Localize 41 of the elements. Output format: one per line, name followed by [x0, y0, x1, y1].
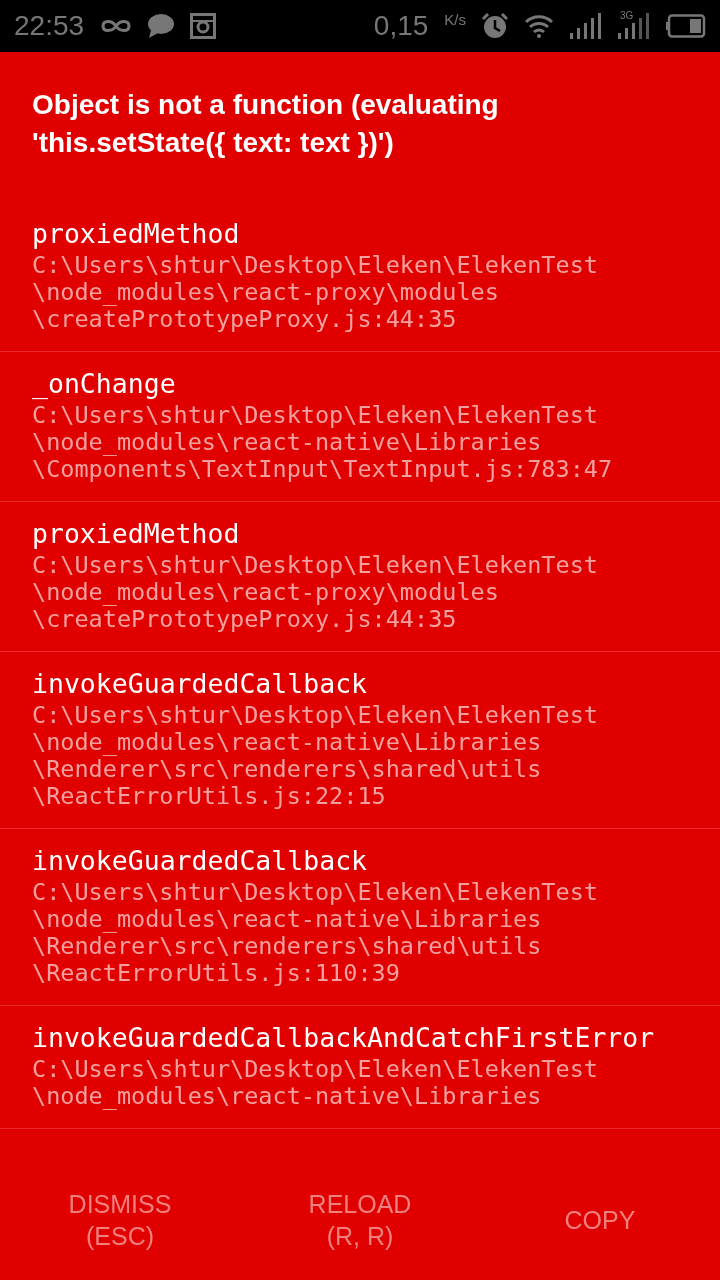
stack-frame-path: \Renderer\src\renderers\shared\utils — [32, 933, 543, 960]
stack-frame-method: invokeGuardedCallbackAndCatchFirstError — [32, 1021, 656, 1055]
stack-frame-path: C:\Users\shtur\Desktop\Eleken\ElekenTest — [32, 1056, 599, 1083]
stack-frame-path: C:\Users\shtur\Desktop\Eleken\ElekenTest — [32, 402, 599, 429]
action-button[interactable]: DISMISS (ESC) — [68, 1188, 172, 1252]
wifi-icon — [524, 14, 554, 38]
clock: 22:53 — [14, 10, 85, 42]
stack-frame-path: \node_modules\react-native\Libraries — [32, 429, 543, 456]
stack-frame-path: \node_modules\react-native\Libraries — [32, 729, 543, 756]
stack-frame-path: \node_modules\react-proxy\modules — [32, 279, 500, 306]
stack-frame-path: C:\Users\shtur\Desktop\Eleken\ElekenTest — [32, 252, 599, 279]
stack-frame-path: \ReactErrorUtils.js:22:15 — [32, 783, 387, 810]
stack-frame-path: \createPrototypeProxy.js:44:35 — [32, 306, 457, 333]
stack-frame-path: \createPrototypeProxy.js:44:35 — [32, 606, 457, 633]
stack-frame-path: \ReactErrorUtils.js:110:39 — [32, 960, 401, 987]
stack-frame-path: C:\Users\shtur\Desktop\Eleken\ElekenTest — [32, 879, 599, 906]
stack-frame-method: invokeGuardedCallback — [32, 844, 369, 878]
error-message: Object is not a function (evaluating 'this.setState({ text: text })') — [32, 88, 500, 160]
chat-icon — [148, 14, 175, 38]
network-type: 3G — [620, 10, 634, 21]
stack-frame-method: proxiedMethod — [32, 217, 241, 251]
stack-frame-path: \Components\TextInput\TextInput.js:783:47 — [32, 456, 614, 483]
action-button[interactable]: COPY — [564, 1204, 636, 1236]
stack-frame-path: \node_modules\react-proxy\modules — [32, 579, 500, 606]
stack-frame-method: _onChange — [32, 367, 177, 401]
data-speed: 0,15 — [373, 10, 429, 42]
infinity-icon — [100, 17, 133, 35]
stack-frame-path: \node_modules\react-native\Libraries — [32, 1083, 543, 1110]
battery-icon — [666, 14, 706, 38]
stack-frame-path: \node_modules\react-native\Libraries — [32, 906, 543, 933]
stack-frame-path: C:\Users\shtur\Desktop\Eleken\ElekenTest — [32, 702, 599, 729]
speed-unit: K/s — [444, 12, 466, 30]
action-button[interactable]: RELOAD (R, R) — [308, 1188, 412, 1252]
stack-frame-method: proxiedMethod — [32, 517, 241, 551]
stack-frame-path: \Renderer\src\renderers\shared\utils — [32, 756, 543, 783]
camera-icon — [190, 13, 217, 39]
signal-icon — [570, 13, 602, 39]
signal-icon — [618, 13, 650, 39]
stack-frame-path: C:\Users\shtur\Desktop\Eleken\ElekenTest — [32, 552, 599, 579]
stack-frame-method: invokeGuardedCallback — [32, 667, 369, 701]
alarm-icon — [482, 13, 508, 39]
